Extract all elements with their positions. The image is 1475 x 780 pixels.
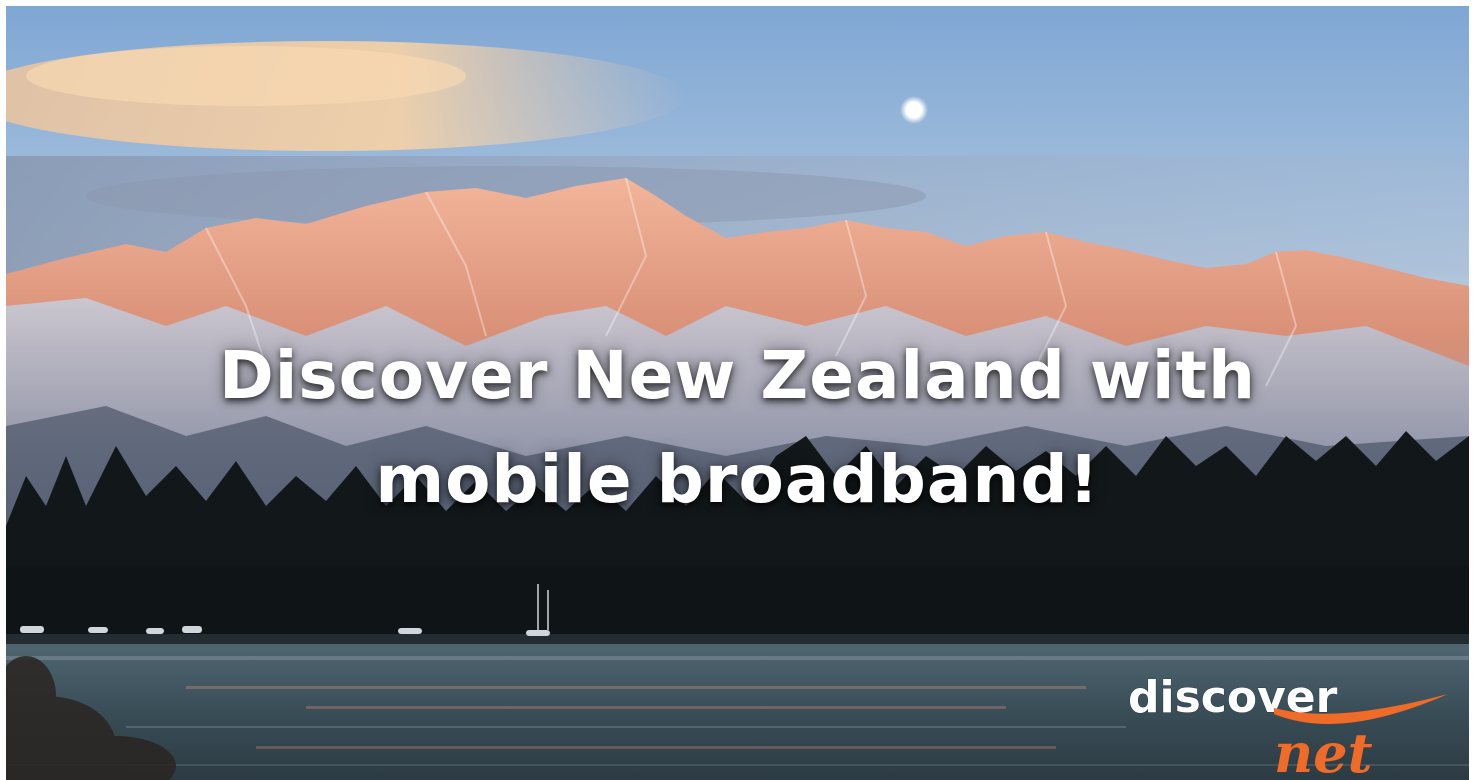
banner-image: Discover New Zealand with mobile broadba… bbox=[6, 6, 1469, 780]
headline-line-2: mobile broadband! bbox=[375, 441, 1100, 518]
headline: Discover New Zealand with mobile broadba… bbox=[6, 324, 1469, 532]
moon bbox=[900, 96, 928, 124]
headline-line-1: Discover New Zealand with bbox=[218, 337, 1257, 414]
discovernet-logo: discover net bbox=[1128, 672, 1448, 780]
logo-word-net: net bbox=[1274, 721, 1373, 780]
